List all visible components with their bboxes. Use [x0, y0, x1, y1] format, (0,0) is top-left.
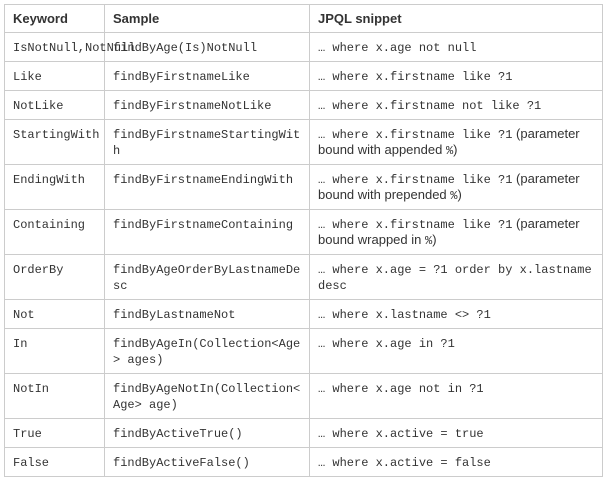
- table-row: EndingWith findByFirstnameEndingWith … whe…: [5, 165, 603, 210]
- cell-jpql: … where x.age in ?1: [310, 329, 603, 374]
- keyword-text: Not: [13, 308, 35, 322]
- cell-jpql: … where x.age not in ?1: [310, 374, 603, 419]
- jpql-text: … where x.active = true: [318, 427, 484, 441]
- keyword-text: NotIn: [13, 382, 49, 396]
- note-end: ): [457, 187, 461, 202]
- sample-text: findByFirstnameStartingWith: [113, 128, 300, 158]
- jpql-text: … where x.firstname like ?1: [318, 70, 512, 84]
- cell-sample: findByAgeOrderByLastnameDesc: [105, 255, 310, 300]
- keyword-text: StartingWith: [13, 128, 99, 142]
- table-row: Containing findByFirstnameContaining … whe…: [5, 210, 603, 255]
- sample-text: findByAgeNotIn(Collection<Age> age): [113, 382, 300, 412]
- cell-keyword: EndingWith: [5, 165, 105, 210]
- sample-text: findByLastnameNot: [113, 308, 235, 322]
- note-end: ): [453, 142, 457, 157]
- cell-sample: findByFirstnameLike: [105, 62, 310, 91]
- table-row: NotIn findByAgeNotIn(Collection<Age> age)…: [5, 374, 603, 419]
- table-row: True findByActiveTrue() … where x.active =…: [5, 419, 603, 448]
- jpql-text: … where x.firstname like ?1: [318, 218, 512, 232]
- keyword-text: EndingWith: [13, 173, 85, 187]
- jpql-text: … where x.age not in ?1: [318, 382, 484, 396]
- header-sample: Sample: [105, 5, 310, 33]
- jpql-text: … where x.lastname <> ?1: [318, 308, 491, 322]
- table-row: OrderBy findByAgeOrderByLastnameDesc … whe…: [5, 255, 603, 300]
- cell-sample: findByFirstnameEndingWith: [105, 165, 310, 210]
- cell-keyword: NotIn: [5, 374, 105, 419]
- cell-keyword: StartingWith: [5, 120, 105, 165]
- cell-keyword: NotLike: [5, 91, 105, 120]
- jpql-text: … where x.firstname not like ?1: [318, 99, 541, 113]
- keyword-text: Like: [13, 70, 42, 84]
- sample-text: findByFirstnameContaining: [113, 218, 293, 232]
- sample-text: findByActiveTrue(): [113, 427, 243, 441]
- cell-sample: findByFirstnameStartingWith: [105, 120, 310, 165]
- table-header-row: Keyword Sample JPQL snippet: [5, 5, 603, 33]
- sample-text: findByActiveFalse(): [113, 456, 250, 470]
- table-row: Like findByFirstnameLike … where x.firstna…: [5, 62, 603, 91]
- header-keyword: Keyword: [5, 5, 105, 33]
- header-jpql: JPQL snippet: [310, 5, 603, 33]
- jpql-text: … where x.firstname like ?1: [318, 128, 512, 142]
- sample-text: findByFirstnameNotLike: [113, 99, 271, 113]
- cell-jpql: … where x.age not null: [310, 33, 603, 62]
- cell-keyword: False: [5, 448, 105, 477]
- keyword-text: In: [13, 337, 27, 351]
- jpql-text: … where x.active = false: [318, 456, 491, 470]
- cell-keyword: OrderBy: [5, 255, 105, 300]
- cell-sample: findByActiveFalse(): [105, 448, 310, 477]
- keyword-text: OrderBy: [13, 263, 63, 277]
- sample-text: findByAgeOrderByLastnameDesc: [113, 263, 300, 293]
- cell-sample: findByAgeIn(Collection<Age> ages): [105, 329, 310, 374]
- keyword-text: False: [13, 456, 49, 470]
- cell-keyword: Like: [5, 62, 105, 91]
- sample-text: findByAge(Is)NotNull: [113, 41, 257, 55]
- table-row: Not findByLastnameNot … where x.lastname <…: [5, 300, 603, 329]
- jpql-keywords-table: Keyword Sample JPQL snippet IsNotNull,No…: [4, 4, 603, 477]
- jpql-text: … where x.age = ?1 order by x.lastname d…: [318, 263, 592, 293]
- note-end: ): [432, 232, 436, 247]
- cell-sample: findByLastnameNot: [105, 300, 310, 329]
- cell-sample: findByFirstnameContaining: [105, 210, 310, 255]
- table-row: StartingWith findByFirstnameStartingWith ……: [5, 120, 603, 165]
- keyword-text: True: [13, 427, 42, 441]
- jpql-text: … where x.age not null: [318, 41, 476, 55]
- cell-jpql: … where x.active = true: [310, 419, 603, 448]
- cell-sample: findByActiveTrue(): [105, 419, 310, 448]
- jpql-text: … where x.age in ?1: [318, 337, 455, 351]
- cell-jpql: … where x.firstname like ?1 (parameter b…: [310, 120, 603, 165]
- cell-keyword: In: [5, 329, 105, 374]
- table-row: False findByActiveFalse() … where x.active…: [5, 448, 603, 477]
- cell-keyword: True: [5, 419, 105, 448]
- cell-jpql: … where x.active = false: [310, 448, 603, 477]
- sample-text: findByAgeIn(Collection<Age> ages): [113, 337, 300, 367]
- cell-sample: findByFirstnameNotLike: [105, 91, 310, 120]
- cell-keyword: IsNotNull,NotNull: [5, 33, 105, 62]
- cell-keyword: Not: [5, 300, 105, 329]
- cell-jpql: … where x.age = ?1 order by x.lastname d…: [310, 255, 603, 300]
- cell-jpql: … where x.firstname like ?1 (parameter b…: [310, 210, 603, 255]
- cell-jpql: … where x.firstname not like ?1: [310, 91, 603, 120]
- cell-keyword: Containing: [5, 210, 105, 255]
- cell-jpql: … where x.firstname like ?1: [310, 62, 603, 91]
- cell-sample: findByAgeNotIn(Collection<Age> age): [105, 374, 310, 419]
- cell-jpql: … where x.firstname like ?1 (parameter b…: [310, 165, 603, 210]
- keyword-text: Containing: [13, 218, 85, 232]
- table-row: IsNotNull,NotNull findByAge(Is)NotNull … w…: [5, 33, 603, 62]
- table-row: In findByAgeIn(Collection<Age> ages) … whe…: [5, 329, 603, 374]
- cell-jpql: … where x.lastname <> ?1: [310, 300, 603, 329]
- sample-text: findByFirstnameLike: [113, 70, 250, 84]
- keyword-text: NotLike: [13, 99, 63, 113]
- jpql-text: … where x.firstname like ?1: [318, 173, 512, 187]
- sample-text: findByFirstnameEndingWith: [113, 173, 293, 187]
- cell-sample: findByAge(Is)NotNull: [105, 33, 310, 62]
- table-row: NotLike findByFirstnameNotLike … where x.f…: [5, 91, 603, 120]
